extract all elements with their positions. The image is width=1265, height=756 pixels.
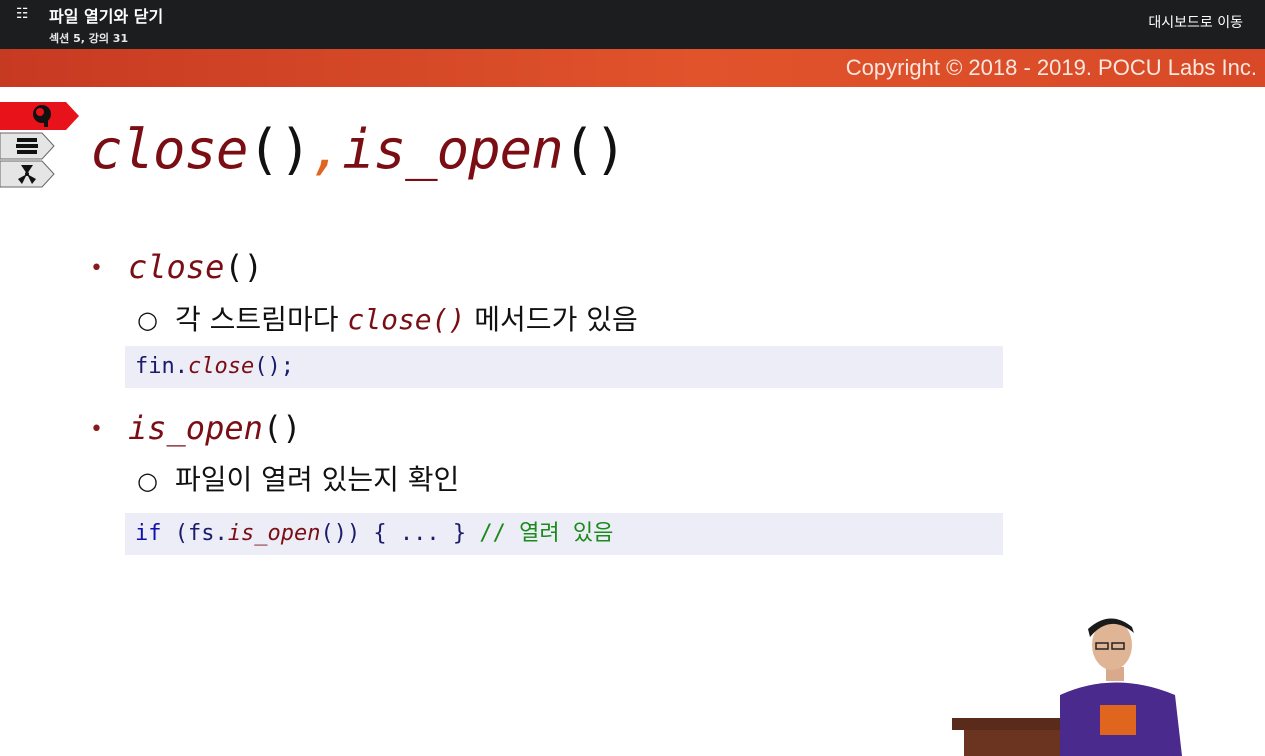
code-fn: close (187, 354, 255, 379)
sub-bullet-method: close() (347, 303, 466, 336)
sub-bullet-circle: ○ (137, 467, 158, 495)
sub-bullet-text-post: 메서드가 있음 (465, 303, 638, 336)
bullet-paren: () (262, 409, 302, 447)
bullet-paren: () (224, 248, 263, 286)
brain-icon (0, 102, 79, 130)
code-fn: is_open (227, 521, 321, 546)
sub-bullet-text-pre: 각 스트림마다 (175, 303, 348, 336)
list-icon[interactable]: ☷ (16, 6, 32, 22)
lecture-section: 섹션 5, 강의 31 (49, 32, 129, 45)
sub-bullet-is-open: 파일이 열려 있는지 확인 (175, 463, 460, 496)
presenter-video (950, 615, 1190, 756)
title-paren-1: () (247, 118, 312, 181)
books-icon (0, 132, 55, 160)
sub-bullet-circle: ○ (137, 306, 158, 334)
copyright-text: Copyright © 2018 - 2019. POCU Labs Inc. (845, 55, 1257, 80)
bullet-close: close() (128, 248, 263, 286)
title-fn-close: close (90, 118, 249, 181)
bullet-fn: close (128, 248, 225, 286)
code-comment: // 열려 있음 (479, 521, 614, 546)
title-paren-2: () (562, 118, 627, 181)
bullet-is-open: is_open() (128, 409, 301, 447)
code-pre: (fs. (161, 521, 228, 546)
title-fn-is-open: is_open (342, 118, 564, 181)
code-obj: fin. (135, 354, 188, 379)
code-rest: (); (254, 354, 294, 379)
lecture-title: 파일 열기와 닫기 (49, 7, 164, 26)
code-is-open-example: if (fs.is_open()) { ... } // 열려 있음 (125, 513, 1003, 555)
bullet-dot: • (90, 417, 103, 442)
go-to-dashboard-link[interactable]: 대시보드로 이동 (1148, 12, 1243, 32)
title-comma: , (310, 118, 344, 181)
code-close-example: fin.close(); (125, 346, 1003, 388)
bullet-fn: is_open (128, 409, 263, 447)
course-header: ☷ 파일 열기와 닫기 섹션 5, 강의 31 대시보드로 이동 (0, 0, 1265, 49)
code-rest: ()) { ... } (320, 521, 480, 546)
radioactive-icon (0, 160, 55, 188)
bullet-dot: • (90, 256, 103, 281)
code-keyword: if (135, 521, 162, 546)
copyright-banner: Copyright © 2018 - 2019. POCU Labs Inc. (0, 49, 1265, 87)
slide-title: close(),is_open() (90, 118, 627, 181)
sub-bullet-close: 각 스트림마다 close() 메서드가 있음 (175, 298, 638, 338)
